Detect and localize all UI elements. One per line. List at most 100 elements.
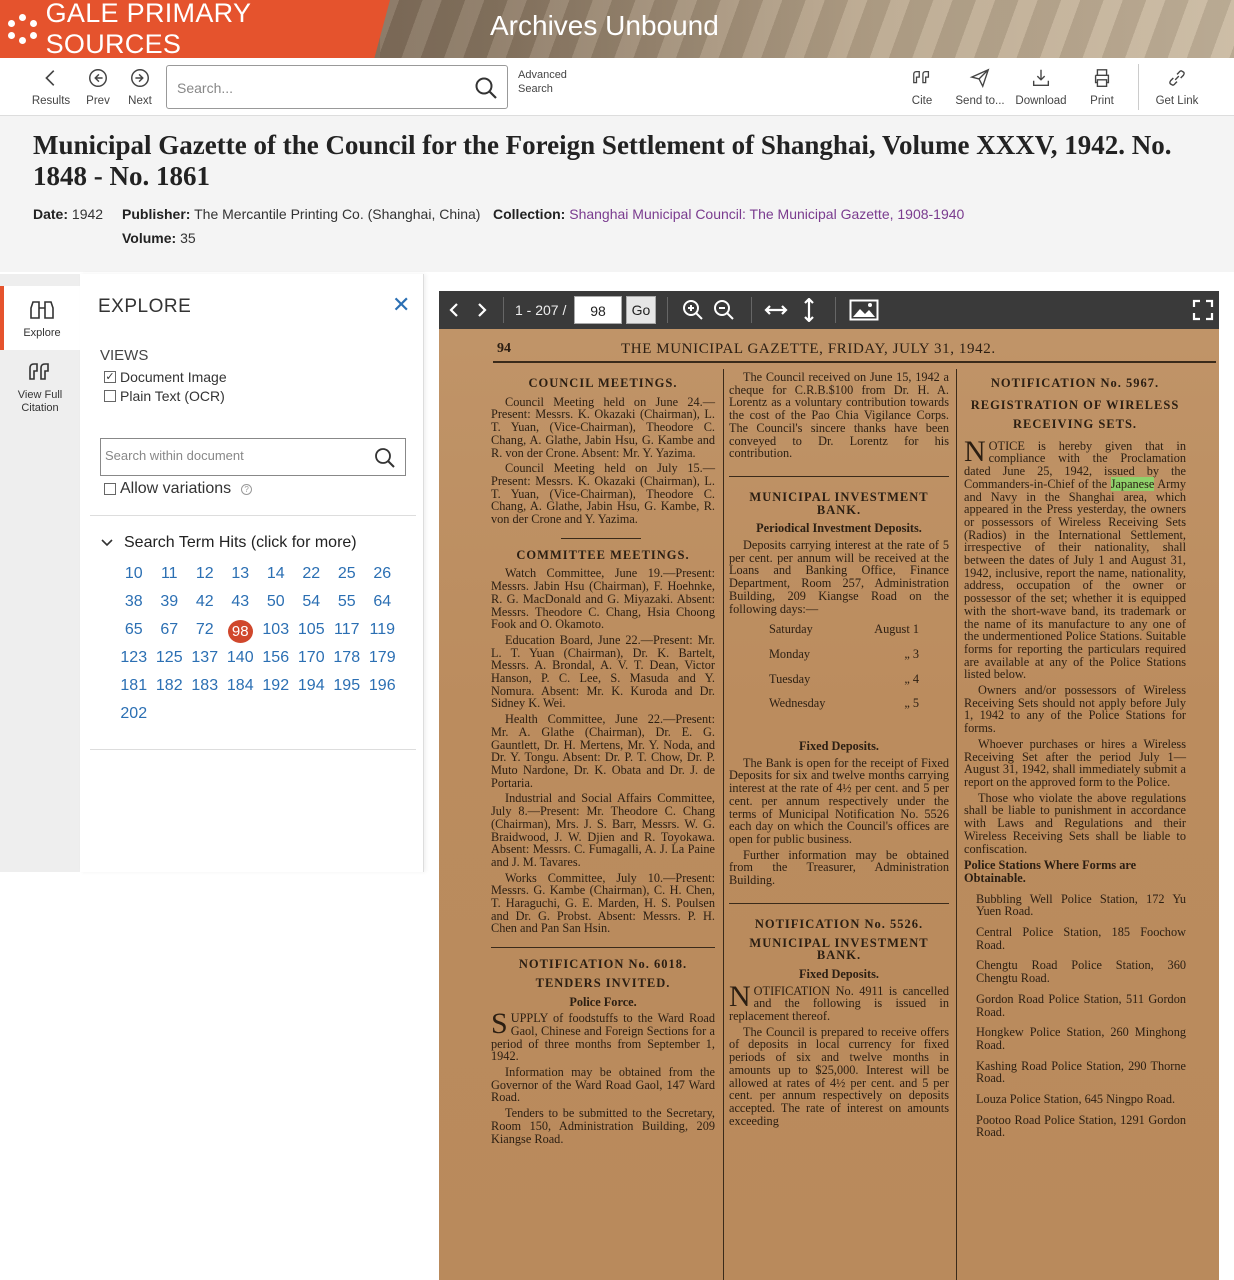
scan-heading: COUNCIL MEETINGS. <box>528 376 678 390</box>
view-document-image[interactable]: ✓ Document Image <box>104 369 227 385</box>
search-hit-page[interactable]: 14 <box>258 564 294 583</box>
search-hit-page[interactable]: 119 <box>365 620 401 639</box>
search-hit-page[interactable]: 195 <box>329 676 365 695</box>
search-hit-page[interactable]: 140 <box>223 648 259 667</box>
search-icon[interactable] <box>373 446 397 470</box>
scan-schedule-day: Saturday <box>769 622 813 637</box>
search-hit-page[interactable]: 67 <box>152 620 188 639</box>
scan-paragraph: The Council is prepared to receive offer… <box>729 1024 949 1128</box>
go-button[interactable]: Go <box>626 296 656 324</box>
fit-width-icon[interactable] <box>764 298 788 322</box>
scan-station-entry: Bubbling Well Police Station, 172 Yu Yue… <box>976 891 1186 919</box>
search-hit-label: 55 <box>337 593 356 610</box>
search-hit-page[interactable]: 43 <box>223 592 259 611</box>
search-hit-page[interactable]: 64 <box>365 592 401 611</box>
search-hit-page-active[interactable]: 98 <box>223 620 259 643</box>
toolbar-divider <box>1138 64 1139 110</box>
search-hit-page[interactable]: 25 <box>329 564 365 583</box>
search-hit-page[interactable]: 22 <box>294 564 330 583</box>
search-hit-page[interactable]: 13 <box>223 564 259 583</box>
download-button[interactable]: Download <box>1012 58 1070 116</box>
search-hit-page[interactable]: 184 <box>223 676 259 695</box>
page-number-input[interactable]: 98 <box>574 296 622 324</box>
scan-heading: NOTIFICATION No. 6018. <box>518 957 688 972</box>
search-hit-page[interactable]: 55 <box>329 592 365 611</box>
search-hit-page[interactable]: 38 <box>116 592 152 611</box>
results-button[interactable]: Results <box>30 58 72 116</box>
scan-paragraph: Information may be obtained from the Gov… <box>491 1065 715 1105</box>
search-hit-page[interactable]: 12 <box>187 564 223 583</box>
search-hit-page[interactable]: 65 <box>116 620 152 639</box>
search-hit-page[interactable]: 72 <box>187 620 223 639</box>
get-link-button[interactable]: Get Link <box>1150 58 1204 116</box>
help-icon[interactable]: ? <box>241 483 253 495</box>
search-hit-page[interactable]: 26 <box>365 564 401 583</box>
fit-height-icon[interactable] <box>797 297 821 323</box>
fullscreen-icon[interactable] <box>1191 298 1215 322</box>
allow-variations-checkbox[interactable] <box>104 483 116 495</box>
search-hit-page[interactable]: 11 <box>152 564 188 583</box>
volume-label: Volume: <box>122 230 177 246</box>
search-hit-page[interactable]: 123 <box>116 648 152 667</box>
print-button[interactable]: Print <box>1082 58 1122 116</box>
search-hit-page[interactable]: 42 <box>187 592 223 611</box>
search-hit-label: 192 <box>262 677 290 694</box>
search-hit-page[interactable]: 183 <box>187 676 223 695</box>
search-hit-page[interactable]: 117 <box>329 620 365 639</box>
advanced-search-link[interactable]: Advanced Search <box>518 68 578 96</box>
search-hit-page[interactable]: 10 <box>116 564 152 583</box>
search-hit-page[interactable]: 194 <box>294 676 330 695</box>
search-hit-label: 125 <box>155 649 183 666</box>
search-hit-page[interactable]: 196 <box>365 676 401 695</box>
search-hit-page[interactable]: 103 <box>258 620 294 639</box>
date-meta: Date: 1942 <box>33 206 103 222</box>
search-hit-page[interactable]: 170 <box>294 648 330 667</box>
scan-paragraph: UPPLY of foodstuffs to the Ward Road Gao… <box>491 1011 715 1064</box>
page-range: 1 - 207 / <box>515 302 567 318</box>
checkbox-checked[interactable]: ✓ <box>104 371 116 383</box>
search-hit-page[interactable]: 192 <box>258 676 294 695</box>
search-hit-page[interactable]: 50 <box>258 592 294 611</box>
search-within-input[interactable] <box>105 448 365 463</box>
close-icon[interactable]: ✕ <box>392 292 410 318</box>
next-button[interactable]: Next <box>124 58 156 116</box>
search-term-hits-toggle[interactable]: Search Term Hits (click for more) <box>100 534 357 552</box>
prev-page-icon[interactable] <box>443 298 467 322</box>
search-hit-page[interactable]: 105 <box>294 620 330 639</box>
prev-button[interactable]: Prev <box>82 58 114 116</box>
search-hit-page[interactable]: 39 <box>152 592 188 611</box>
search-hit-page[interactable]: 137 <box>187 648 223 667</box>
search-hit-label: 184 <box>226 677 254 694</box>
search-hit-page[interactable]: 178 <box>329 648 365 667</box>
explore-rail-button[interactable]: Explore <box>0 286 80 350</box>
image-settings-icon[interactable] <box>849 298 879 322</box>
allow-variations[interactable]: Allow variations ? <box>104 480 253 498</box>
scan-paragraph: Further information may be obtained from… <box>729 847 949 888</box>
search-hit-page[interactable]: 179 <box>365 648 401 667</box>
zoom-out-icon[interactable] <box>712 298 736 322</box>
send-to-button[interactable]: Send to... <box>952 58 1008 116</box>
search-input[interactable] <box>177 76 467 100</box>
collection-link[interactable]: Shanghai Municipal Council: The Municipa… <box>569 206 964 222</box>
search-icon[interactable] <box>473 75 499 101</box>
brand-logo-link[interactable]: GALE PRIMARY SOURCES <box>0 0 390 58</box>
zoom-in-icon[interactable] <box>681 298 705 322</box>
search-hit-page[interactable]: 181 <box>116 676 152 695</box>
cite-button[interactable]: Cite <box>902 58 942 116</box>
search-hit-page[interactable]: 202 <box>116 704 152 723</box>
explore-panel: EXPLORE ✕ VIEWS ✓ Document Image Plain T… <box>80 274 424 872</box>
checkbox-unchecked[interactable] <box>104 390 116 402</box>
scan-column-3: NOTIFICATION No. 5967. REGISTRATION OF W… <box>964 371 1186 1142</box>
search-hit-page[interactable]: 125 <box>152 648 188 667</box>
next-page-icon[interactable] <box>469 298 493 322</box>
hits-header-label: Search Term Hits (click for more) <box>124 534 357 551</box>
view-full-citation-button[interactable]: View Full Citation <box>0 354 80 418</box>
search-hit-page[interactable]: 54 <box>294 592 330 611</box>
scan-paragraph: Whoever purchases or hires a Wireless Re… <box>964 736 1186 789</box>
scan-paragraph: Tenders to be submitted to the Secretary… <box>491 1106 715 1146</box>
view-plain-text[interactable]: Plain Text (OCR) <box>104 388 225 404</box>
search-hit-page[interactable]: 182 <box>152 676 188 695</box>
scan-running-head: THE MUNICIPAL GAZETTE, FRIDAY, JULY 31, … <box>621 341 996 357</box>
scan-station-entry: Gordon Road Police Station, 511 Gordon R… <box>976 991 1186 1019</box>
search-hit-page[interactable]: 156 <box>258 648 294 667</box>
